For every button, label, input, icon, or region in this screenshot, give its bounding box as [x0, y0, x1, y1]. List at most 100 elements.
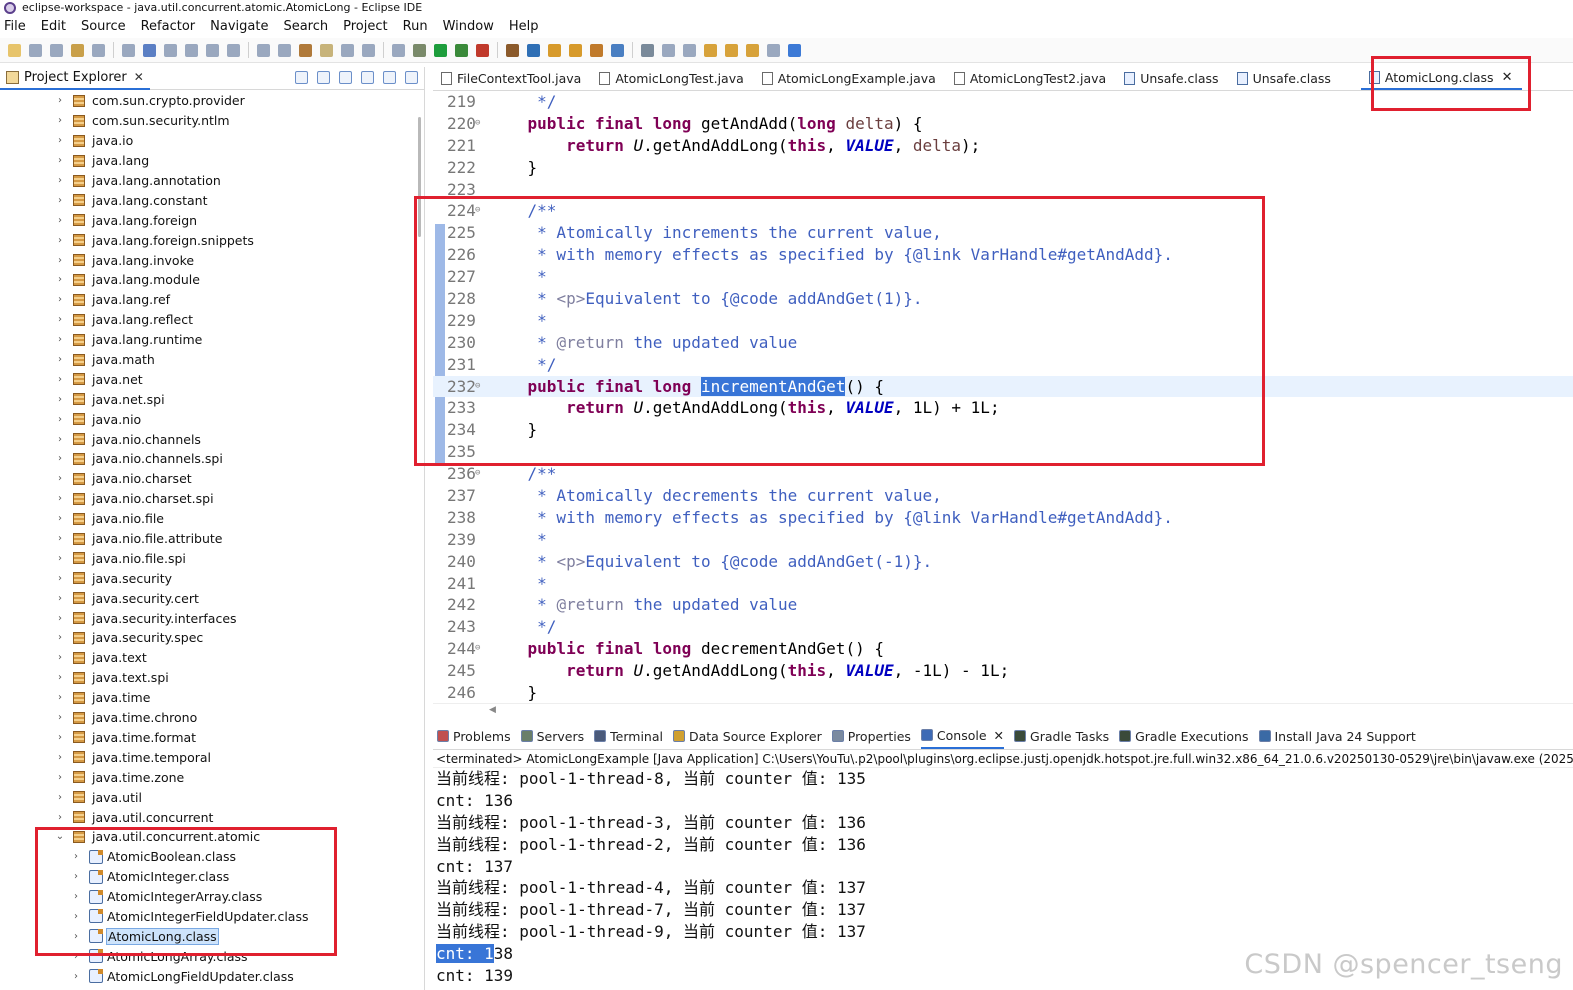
tree-item-package[interactable]: ⌄ java.util.concurrent.atomic	[0, 827, 415, 847]
tree-item-class[interactable]: › AtomicIntegerArray.class	[0, 887, 415, 907]
tree-item-package[interactable]: › java.lang.constant	[0, 190, 415, 210]
chevron-right-icon[interactable]: ›	[55, 493, 65, 504]
save-all-icon[interactable]	[50, 43, 63, 57]
step-return-icon[interactable]	[320, 43, 333, 57]
tree-item-package[interactable]: › java.nio.channels.spi	[0, 449, 415, 469]
tree-item-package[interactable]: › com.sun.security.ntlm	[0, 111, 415, 131]
tree-item-package[interactable]: › java.text.spi	[0, 668, 415, 688]
save-icon[interactable]	[29, 43, 42, 57]
skip-icon[interactable]	[164, 43, 177, 57]
tree-item-package[interactable]: › java.time	[0, 688, 415, 708]
menu-navigate[interactable]: Navigate	[210, 19, 268, 34]
tree-item-package[interactable]: › java.lang.module	[0, 270, 415, 290]
chevron-right-icon[interactable]: ›	[55, 812, 65, 823]
link-with-editor-icon[interactable]	[317, 71, 330, 84]
tab-filecontexttool-java[interactable]: FileContextTool.java	[433, 67, 591, 90]
chevron-right-icon[interactable]: ›	[55, 155, 65, 166]
chevron-right-icon[interactable]: ›	[55, 95, 65, 106]
tree-item-package[interactable]: › java.lang.foreign.snippets	[0, 230, 415, 250]
chevron-right-icon[interactable]: ›	[55, 215, 65, 226]
run-coverage-icon[interactable]	[455, 43, 468, 57]
tree-item-package[interactable]: › java.io	[0, 131, 415, 151]
scroll-left-icon[interactable]: ◀	[489, 705, 496, 715]
new-class-icon[interactable]	[527, 43, 540, 57]
chevron-right-icon[interactable]: ›	[55, 712, 65, 723]
chevron-right-icon[interactable]: ›	[55, 553, 65, 564]
chevron-right-icon[interactable]: ›	[55, 235, 65, 246]
disconnect-icon[interactable]	[257, 43, 270, 57]
tab-project-explorer[interactable]: Project Explorer ✕	[0, 67, 150, 90]
breakpoint-icon[interactable]	[143, 43, 156, 57]
open-type-icon[interactable]	[548, 43, 561, 57]
tree-item-package[interactable]: › java.nio.file.spi	[0, 548, 415, 568]
tree-item-package[interactable]: › java.nio.file	[0, 509, 415, 529]
chevron-right-icon[interactable]: ›	[55, 175, 65, 186]
search-icon[interactable]	[590, 43, 603, 57]
run-icon[interactable]	[434, 43, 447, 57]
tree-item-package[interactable]: › java.security.cert	[0, 588, 415, 608]
tree-item-package[interactable]: › java.nio.channels	[0, 429, 415, 449]
maximize-icon[interactable]	[405, 71, 418, 84]
tab-problems[interactable]: Problems	[437, 723, 511, 749]
tree-item-package[interactable]: › java.nio.file.attribute	[0, 529, 415, 549]
tree-item-package[interactable]: › java.text	[0, 648, 415, 668]
chevron-right-icon[interactable]: ›	[71, 891, 81, 902]
chevron-right-icon[interactable]: ›	[55, 255, 65, 266]
tree-item-package[interactable]: › java.lang.annotation	[0, 171, 415, 191]
tab-gradle-tasks[interactable]: Gradle Tasks	[1014, 723, 1109, 749]
chevron-right-icon[interactable]: ›	[55, 394, 65, 405]
tree-item-package[interactable]: › java.security.spec	[0, 628, 415, 648]
chevron-right-icon[interactable]: ›	[71, 971, 81, 982]
menu-file[interactable]: File	[4, 19, 26, 34]
tree-item-class[interactable]: › AtomicLong.class	[0, 926, 415, 946]
chevron-right-icon[interactable]: ›	[55, 692, 65, 703]
tab-terminal[interactable]: Terminal	[594, 723, 663, 749]
minimize-icon[interactable]	[383, 71, 396, 84]
tab-gradle-executions[interactable]: Gradle Executions	[1119, 723, 1249, 749]
chevron-right-icon[interactable]: ›	[55, 792, 65, 803]
tab-atomiclongtest-java[interactable]: AtomicLongTest.java	[591, 67, 753, 90]
chevron-right-icon[interactable]: ›	[55, 274, 65, 285]
chevron-right-icon[interactable]: ›	[55, 115, 65, 126]
collapse-all-icon[interactable]	[295, 71, 308, 84]
chevron-right-icon[interactable]: ›	[55, 513, 65, 524]
web-icon[interactable]	[611, 43, 624, 57]
tab-atomiclongexample-java[interactable]: AtomicLongExample.java	[754, 67, 946, 90]
undo-icon[interactable]	[71, 43, 84, 57]
chevron-down-icon[interactable]: ⌄	[55, 831, 65, 842]
suspend-icon[interactable]	[206, 43, 219, 57]
chevron-right-icon[interactable]: ›	[55, 752, 65, 763]
menu-search[interactable]: Search	[283, 19, 328, 34]
next-icon[interactable]	[767, 43, 780, 57]
tree-item-package[interactable]: › java.time.chrono	[0, 708, 415, 728]
tree-item-package[interactable]: › java.time.temporal	[0, 747, 415, 767]
tree-item-package[interactable]: › java.time.zone	[0, 767, 415, 787]
tab-unsafe-class[interactable]: Unsafe.class	[1229, 67, 1341, 90]
step-into-icon[interactable]	[278, 43, 291, 57]
tree-item-package[interactable]: › java.nio.charset.spi	[0, 489, 415, 509]
tab-data-source-explorer[interactable]: Data Source Explorer	[672, 723, 822, 749]
format-icon[interactable]	[362, 43, 375, 57]
terminate-icon[interactable]	[227, 43, 240, 57]
fold-icon[interactable]: ⊖	[475, 376, 480, 398]
menu-window[interactable]: Window	[443, 19, 494, 34]
chevron-right-icon[interactable]: ›	[71, 951, 81, 962]
chevron-right-icon[interactable]: ›	[71, 871, 81, 882]
chevron-right-icon[interactable]: ›	[71, 911, 81, 922]
view-menu-icon[interactable]	[361, 71, 374, 84]
chevron-right-icon[interactable]: ›	[55, 632, 65, 643]
tree-item-package[interactable]: › java.time.format	[0, 728, 415, 748]
tab-console[interactable]: Console ✕	[920, 723, 1005, 749]
chevron-right-icon[interactable]: ›	[55, 533, 65, 544]
menu-refactor[interactable]: Refactor	[141, 19, 196, 34]
close-icon[interactable]: ✕	[134, 70, 144, 84]
fold-icon[interactable]: ⊖	[475, 200, 480, 222]
link-icon[interactable]	[641, 43, 654, 57]
menu-edit[interactable]: Edit	[41, 19, 66, 34]
forward-icon[interactable]	[725, 43, 738, 57]
chevron-right-icon[interactable]: ›	[55, 374, 65, 385]
close-icon[interactable]: ✕	[994, 728, 1004, 743]
new-icon[interactable]	[8, 43, 21, 57]
tab-atomiclong-class[interactable]: AtomicLong.class ✕	[1360, 67, 1523, 90]
horizontal-scrollbar[interactable]: ◀	[433, 703, 1573, 717]
